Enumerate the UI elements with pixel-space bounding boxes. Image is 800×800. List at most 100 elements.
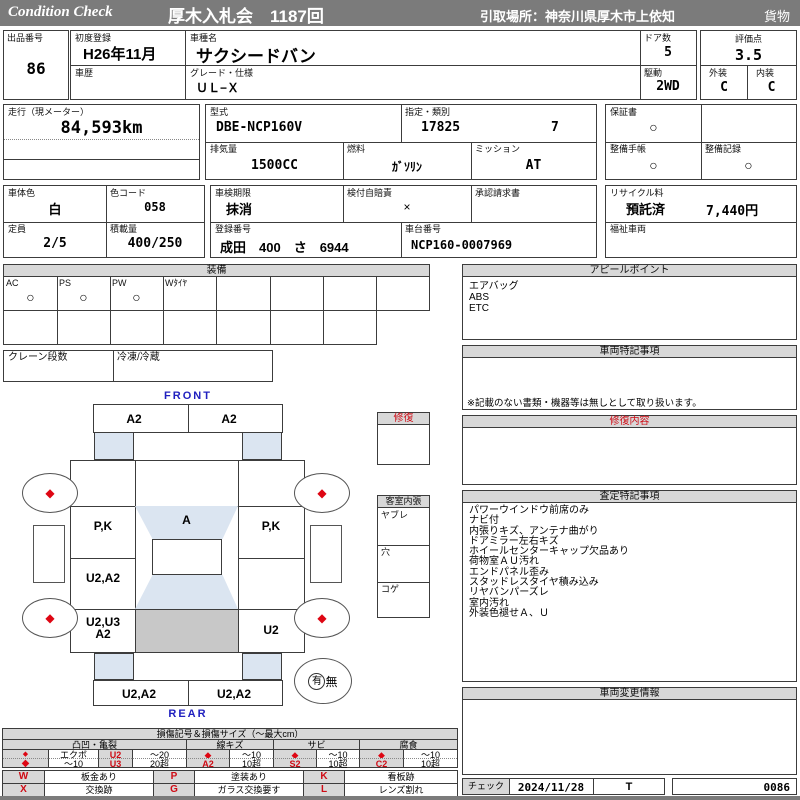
change-info-panel: 車両変更情報 (462, 687, 797, 775)
score-label: 評価点 (734, 34, 762, 44)
corrosion-code-c2: C2 (359, 758, 403, 769)
dent-size-2: 20超 (132, 758, 186, 769)
check-date: 2024/11/28 (517, 781, 585, 794)
first-reg-label: 初度登録 (75, 33, 112, 43)
wheel-damage-diamond-icon: ◆ (317, 486, 327, 500)
fuel-value: ｶﾞｿﾘﾝ (391, 160, 422, 174)
insurance-cross-icon: × (403, 200, 411, 214)
warranty-circle-icon: ○ (649, 119, 658, 135)
color-capacity-table: 車体色 白 色コード 058 定員 2/5 積載量 400/250 (3, 185, 205, 258)
appeal-item: ABS (469, 292, 490, 303)
appeal-panel: アピールポイント エアバッグ ABS ETC (462, 264, 797, 340)
transmission-label: ミッション (475, 144, 521, 154)
dent-code-u3: U3 (98, 758, 132, 769)
check-number-box: 0086 (672, 778, 797, 795)
equipment-pw-label: PW (112, 278, 127, 288)
interior-grade-value: C (767, 80, 776, 95)
exterior-grade-label: 外装 (709, 68, 728, 78)
load-label: 積載量 (110, 224, 138, 234)
wheel-rear-right: ◆ (294, 598, 350, 638)
corrosion-size-1: ～10 (403, 749, 457, 760)
wheel-front-left: ◆ (22, 473, 78, 513)
model-code-label: 型式 (210, 107, 229, 117)
rear-left-corner-cell (94, 653, 134, 680)
front-bumper: A2 A2 (93, 404, 283, 433)
left-rear-panel-code-line2: A2 (95, 627, 111, 641)
maintenance-book-circle-icon: ○ (649, 157, 658, 173)
cabin-tear-label: ヤブレ (381, 510, 409, 520)
maintenance-record-label: 整備記録 (705, 144, 742, 154)
inspection-value: 抹消 (226, 202, 253, 217)
symbol-l-code: L (303, 784, 344, 796)
warranty-label: 保証書 (610, 107, 638, 117)
scratch-size-2: 10超 (229, 758, 273, 769)
drive-value: 2WD (656, 79, 680, 94)
wheel-damage-diamond-icon: ◆ (317, 611, 327, 625)
equipment-ps-label: PS (59, 278, 72, 288)
capacity-label: 定員 (8, 224, 27, 234)
equipment-ac-circle-icon: ○ (26, 289, 35, 305)
dent-large-diamond-icon: ◆ (3, 758, 48, 769)
model-name-value: サクシードバン (196, 47, 316, 66)
maintenance-book-label: 整備手帳 (610, 144, 647, 154)
appeal-header: アピールポイント (462, 264, 797, 277)
diagram-rear-label: REAR (168, 708, 208, 720)
dent-size-small: ～10 (48, 758, 98, 769)
exterior-grade-value: C (720, 80, 728, 95)
assessment-list: パワーウインドウ前席のみ ナビ付 内張りキズ、アンテナ曲がり ドアミラー左右キズ… (469, 505, 629, 619)
equipment-wtire-label: Wﾀｲﾔ (165, 278, 187, 288)
vehicle-notes-text: ※記載のない書類・機器等は無しとして取り扱います。 (467, 398, 702, 409)
wheel-front-right: ◆ (294, 473, 350, 513)
body-color-label: 車体色 (8, 188, 36, 198)
symbol-legend: W 板金あり P 塗装あり K 看板跡 X 交換跡 G ガラス交換要す L レン… (2, 770, 458, 797)
equipment-row-1: AC ○ PS ○ PW ○ Wﾀｲﾔ (3, 276, 430, 311)
vehicle-notes-panel: 車両特記事項 ※記載のない書類・機器等は無しとして取り扱います。 (462, 345, 797, 410)
header-bar: Condition Check 厚木入札会 1187回 引取場所：神奈川県厚木市… (0, 0, 800, 26)
lot-number-label: 出品番号 (7, 33, 44, 43)
cabin-burn-label: コゲ (381, 584, 400, 594)
repair-content-title: 修復内容 (609, 416, 650, 427)
symbol-p-label: 塗装あり (194, 771, 303, 783)
displacement-value: 1500CC (251, 158, 298, 173)
model-code-value: DBE-NCP160V (216, 120, 303, 135)
cabin-lining-table: ヤブレ 穴 コゲ (377, 507, 430, 618)
class-value-1: 17825 (421, 120, 461, 135)
history-label: 車歴 (75, 68, 94, 78)
front-left-corner-cell (94, 432, 134, 460)
vehicle-notes-header: 車両特記事項 (462, 345, 797, 358)
left-center-panel-code: U2,A2 (85, 571, 120, 585)
legend-cat-corrosion: 腐食 (359, 739, 457, 750)
first-reg-value: H26年11月 (83, 46, 157, 63)
recycle-fee: 7,440円 (706, 204, 759, 219)
right-rear-panel-code: U2 (263, 623, 279, 637)
engine-table: 型式 DBE-NCP160V 指定・類別 17825 7 排気量 1500CC … (205, 104, 597, 180)
check-number: 0086 (763, 781, 791, 794)
appeal-item: エアバッグ (469, 281, 519, 292)
freezer-label: 冷凍/冷蔵 (117, 352, 160, 363)
symbol-x-label: 交換跡 (44, 784, 153, 796)
interior-grade-label: 内装 (756, 68, 775, 78)
rust-diamond-icon: ◆ (273, 749, 316, 760)
mileage-label: 走行（現メーター） (8, 107, 90, 117)
document-table: 保証書 ○ 整備手帳 ○ 整備記録 ○ (605, 104, 797, 180)
dent-small-diamond-icon: ◆ (3, 749, 48, 758)
symbol-w-code: W (3, 771, 44, 783)
cabin-hole-label: 穴 (381, 547, 391, 557)
check-label: チェック (463, 779, 510, 794)
crane-freezer-table: クレーン段数 冷凍/冷蔵 (3, 350, 273, 382)
scratch-diamond-icon: ◆ (186, 749, 229, 760)
right-front-panel-code: P,K (261, 519, 281, 533)
appeal-item: ETC (469, 303, 489, 314)
rust-code-s2: S2 (273, 758, 316, 769)
equipment-pw-circle-icon: ○ (132, 289, 141, 305)
dent-code-u2: U2 (98, 749, 132, 760)
welfare-label: 福祉車両 (610, 224, 647, 234)
drive-label: 駆動 (644, 68, 663, 78)
score-table: 評価点 3.5 外装 C 内装 C (700, 30, 797, 100)
load-value: 400/250 (127, 236, 183, 251)
symbol-g-label: ガラス交換要す (194, 784, 303, 796)
scratch-size-1: ～10 (229, 749, 273, 760)
left-front-panel-code: P,K (93, 519, 113, 533)
rear-bumper: U2,A2 U2,A2 (93, 680, 283, 706)
legend-cat-dent: 凸凹・亀裂 (3, 739, 186, 750)
